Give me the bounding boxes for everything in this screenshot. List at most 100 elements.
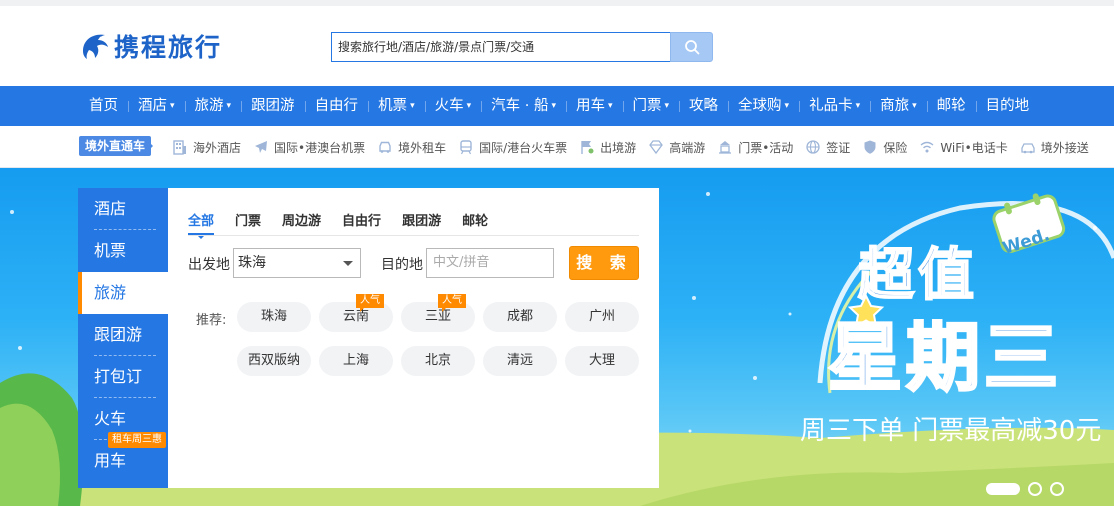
main-nav-item[interactable]: 门票 ▾ [622,86,680,126]
category-menu-label: 火车 [94,409,127,428]
search-tab[interactable]: 跟团游 [402,210,441,235]
main-nav-item[interactable]: 用车 ▾ [565,86,623,126]
destination-pill-label: 广州 [588,309,615,324]
chevron-down-icon: ▾ [170,101,175,111]
carousel-dot[interactable] [1050,482,1064,496]
destination-pill[interactable]: 上海 [319,346,393,376]
search-button[interactable] [670,32,713,62]
category-menu: 酒店机票旅游跟团游打包订火车用车 租车周三惠 [78,188,168,488]
chevron-down-icon: ▾ [607,101,613,111]
main-nav-item[interactable]: 全球购 ▾ [728,86,799,126]
search-tab[interactable]: 门票 [235,210,261,235]
departure-value: 珠海 [238,255,266,271]
destination-pill-label: 三亚 [424,309,451,324]
destination-input[interactable]: 中文/拼音 [426,248,554,278]
category-menu-label: 跟团游 [94,325,143,344]
popular-badge: 人气 [356,294,384,312]
sub-nav: 境外直通车 海外酒店 国际•港澳台机票 境外租车 国际/港台火车票 出境游 高端游 门票•活… [0,126,1114,168]
search-input[interactable]: 搜索旅行地/酒店/旅游/景点门票/交通 [331,32,671,62]
category-menu-item[interactable]: 旅游 [78,272,168,314]
sub-nav-label: 保险 [883,140,908,155]
search-tab[interactable]: 自由行 [342,210,381,235]
sub-nav-item[interactable]: 签证 [805,126,850,168]
sub-nav-item[interactable]: 出境游 [579,126,636,168]
carousel-dot-active[interactable] [986,483,1020,495]
category-menu-item[interactable]: 跟团游 [78,314,168,356]
carousel-dot[interactable] [1028,482,1042,496]
main-nav-item[interactable]: 礼品卡 ▾ [799,86,870,126]
destination-pill[interactable]: 珠海 [237,302,311,332]
sub-nav-item[interactable]: WiFi•电话卡 [919,126,1008,168]
main-nav-label: 邮轮 [936,98,966,114]
train-icon [458,139,474,155]
main-nav-item[interactable]: 机票 ▾ [368,86,425,126]
sub-nav-item[interactable]: 国际•港澳台机票 [253,126,365,168]
sub-nav-item[interactable]: 境外租车 [377,126,446,168]
destination-pill-label: 西双版纳 [247,353,300,368]
tab-divider [188,235,639,236]
category-menu-label: 用车 [94,451,127,470]
destination-pill-label: 成都 [506,309,533,324]
category-menu-label: 机票 [94,241,127,260]
destination-pill[interactable]: 成都 [483,302,557,332]
main-nav-item[interactable]: 自由行 [304,86,369,126]
car-icon [377,139,393,155]
wifi-icon [919,139,935,155]
search-tab[interactable]: 邮轮 [462,210,488,235]
sub-nav-item[interactable]: 保险 [862,126,907,168]
category-menu-item[interactable]: 机票 [78,230,168,272]
sub-nav-label: 签证 [826,140,851,155]
main-nav-label: 商旅 [880,98,910,114]
main-nav-item[interactable]: 旅游 ▾ [184,86,242,126]
main-nav-item[interactable]: 攻略 [679,86,728,126]
plane-icon [253,139,269,155]
category-menu-item[interactable]: 用车 租车周三惠 [78,432,168,482]
main-nav-item[interactable]: 酒店 ▾ [128,86,185,126]
main-nav-label: 全球购 [738,98,782,114]
search-tab[interactable]: 全部 [188,210,215,239]
search-submit-button[interactable]: 搜 索 [569,246,639,280]
from-label: 出发地 [188,257,230,273]
destination-pill[interactable]: 大理 [565,346,639,376]
chevron-down-icon: ▾ [855,101,861,111]
flag-icon [579,139,595,155]
departure-select[interactable]: 珠海 [233,248,361,278]
destination-pill[interactable]: 广州 [565,302,639,332]
destination-pill[interactable]: 西双版纳 [237,346,311,376]
main-nav-item[interactable]: 目的地 [975,86,1040,126]
destination-pill[interactable]: 云南 人气 [319,294,393,332]
search-tab[interactable]: 周边游 [282,210,321,235]
destination-pill-label: 珠海 [260,309,287,324]
header: 携程旅行 搜索旅行地/酒店/旅游/景点门票/交通 [0,6,1114,86]
main-nav-list: 首页 酒店 ▾ 旅游 ▾ 跟团游 自由行 机票 ▾ 火车 ▾ 汽车 · 船 ▾ 用车 ▾ 门票 ▾ 攻略 全球购 ▾ 礼… [79,86,1039,126]
transfer-icon [1020,139,1036,155]
destination-pill[interactable]: 清远 [483,346,557,376]
main-nav-item[interactable]: 汽车 · 船 ▾ [481,86,566,126]
main-nav-item[interactable]: 火车 ▾ [424,86,482,126]
sub-nav-item[interactable]: 海外酒店 [172,126,241,168]
dolphin-logo-icon [83,34,108,59]
sub-nav-item[interactable]: 境外接送 [1020,126,1089,168]
main-nav-item[interactable]: 首页 [79,86,128,126]
category-menu-item[interactable]: 酒店 [78,188,168,230]
main-nav-label: 礼品卡 [809,98,853,114]
search-icon [684,40,699,55]
destination-pill[interactable]: 北京 [401,346,475,376]
main-nav-label: 目的地 [985,98,1030,114]
logo-text: 携程旅行 [114,33,223,62]
main-nav-label: 用车 [575,98,605,114]
destination-pill-label: 清远 [506,353,533,368]
category-menu-item[interactable]: 打包订 [78,356,168,398]
sub-nav-item[interactable]: 高端游 [648,126,705,168]
destination-pill[interactable]: 三亚 人气 [401,294,475,332]
carousel-dots [986,482,1072,496]
sub-nav-item[interactable]: 门票•活动 [717,126,793,168]
sub-nav-item[interactable]: 国际/港台火车票 [458,126,567,168]
main-nav-item[interactable]: 邮轮 [926,86,976,126]
destination-pill-label: 大理 [588,353,615,368]
main-nav-item[interactable]: 商旅 ▾ [870,86,927,126]
logo[interactable]: 携程旅行 [78,28,222,64]
main-nav-label: 酒店 [138,98,167,114]
main-nav-item[interactable]: 跟团游 [241,86,305,126]
chevron-down-icon: ▾ [784,101,790,111]
